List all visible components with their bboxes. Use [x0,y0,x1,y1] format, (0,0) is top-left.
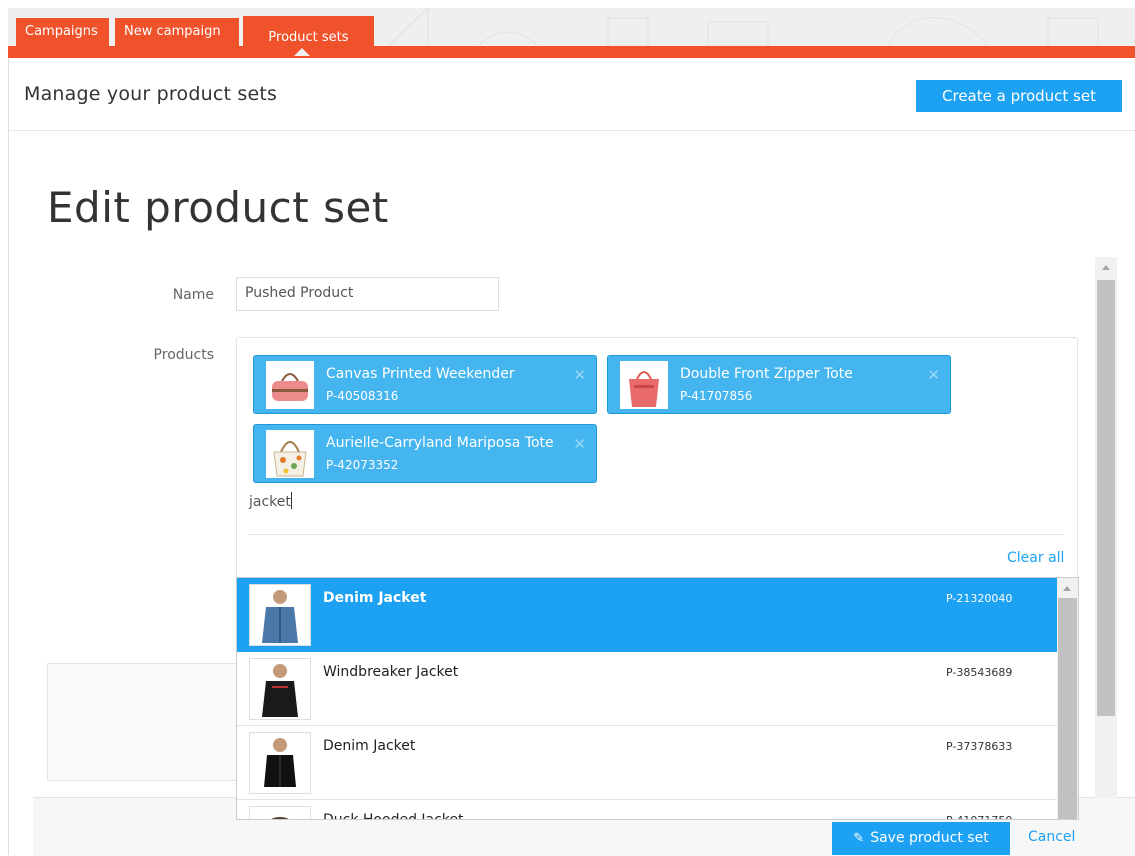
dropdown-scrollbar[interactable] [1057,578,1078,819]
name-input[interactable]: Pushed Product [236,277,499,311]
suggestion-name: Windbreaker Jacket [323,664,459,680]
page-header: Manage your product sets Create a produc… [8,58,1135,131]
suggestion-id: P-37378633 [946,740,1013,753]
edit-icon: ✎ [853,831,865,846]
suggestion-name: Duck Hooded Jacket [323,812,464,820]
name-label: Name [172,287,214,303]
remove-chip-icon[interactable]: ✕ [927,366,940,384]
nav-underline [8,46,1135,58]
product-thumbnail [249,584,311,646]
tab-product-sets[interactable]: Product sets [243,16,374,46]
remove-chip-icon[interactable]: ✕ [573,435,586,453]
active-tab-indicator [294,48,310,56]
product-thumbnail [266,430,314,478]
product-chip-name: Canvas Printed Weekender [326,366,515,382]
jacket-icon [264,738,296,787]
suggestion-name: Denim Jacket [323,738,416,754]
suggestion-id: P-21320040 [946,592,1013,605]
scroll-up-icon[interactable] [1102,265,1110,270]
product-chip-id: P-40508316 [326,389,399,403]
tote-icon [629,371,659,407]
clear-all-link[interactable]: Clear all [1007,550,1064,566]
product-chip: Canvas Printed Weekender P-40508316 ✕ [253,355,597,414]
text-cursor [290,492,292,509]
bag-icon [272,373,308,401]
page-scrollbar[interactable] [1095,257,1117,798]
suggestion-id: P-38543689 [946,666,1013,679]
scrollbar-thumb[interactable] [1097,280,1115,716]
header-title: Manage your product sets [24,83,278,105]
jacket-icon [262,664,298,717]
tab-campaigns[interactable]: Campaigns [16,18,109,46]
scroll-up-icon[interactable] [1063,586,1071,591]
product-chip-name: Aurielle-Carryland Mariposa Tote [326,435,554,451]
create-product-set-button[interactable]: Create a product set [916,80,1122,112]
product-chip-id: P-42073352 [326,458,399,472]
suggestion-item[interactable]: Denim Jacket P-37378633 [237,726,1057,800]
product-thumbnail [249,658,311,720]
cancel-link[interactable]: Cancel [1028,829,1075,845]
suggestion-item[interactable]: Windbreaker Jacket P-38543689 [237,652,1057,726]
remove-chip-icon[interactable]: ✕ [573,366,586,384]
product-thumbnail [249,806,311,819]
divider [249,534,1064,535]
jacket-icon [271,817,289,819]
products-label: Products [153,347,214,363]
save-product-set-button[interactable]: ✎ Save product set [832,822,1010,855]
product-thumbnail [620,361,668,409]
page-border [8,58,9,855]
tab-new-campaign[interactable]: New campaign [115,18,239,46]
page-title: Edit product set [47,183,389,232]
suggestion-item[interactable]: Denim Jacket P-21320040 [237,578,1057,652]
product-chip-name: Double Front Zipper Tote [680,366,853,382]
product-chip-id: P-41707856 [680,389,753,403]
suggestion-id: P-41071750 [946,814,1012,819]
background-panel [47,663,237,781]
product-search-input[interactable]: jacket [249,492,292,510]
suggestion-item[interactable]: Duck Hooded Jacket P-41071750 [237,800,1057,820]
product-chip: Aurielle-Carryland Mariposa Tote P-42073… [253,424,597,483]
save-label: Save product set [870,830,989,846]
jacket-icon [262,590,298,643]
suggestion-name: Denim Jacket [323,590,427,606]
top-nav-bar: Campaigns New campaign Product sets [8,8,1135,46]
tote-icon [273,441,307,477]
product-thumbnail [266,361,314,409]
scrollbar-thumb[interactable] [1058,598,1077,819]
search-text: jacket [249,494,291,510]
product-chip: Double Front Zipper Tote P-41707856 ✕ [607,355,951,414]
product-thumbnail [249,732,311,794]
suggestions-dropdown: Denim Jacket P-21320040 Windbreaker Jack… [236,577,1079,820]
